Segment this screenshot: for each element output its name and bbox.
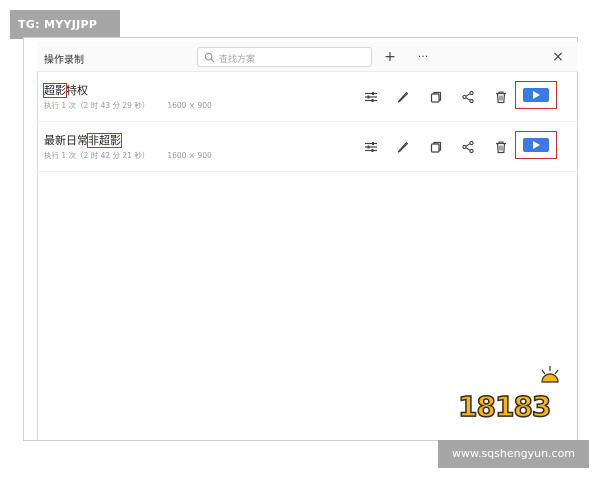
add-button[interactable]: + [381, 48, 399, 66]
plan-runs: 执行 1 次（2 时 43 分 29 秒） [44, 101, 150, 110]
watermark-bottom-right: www.sqshengyun.com [438, 440, 589, 468]
pencil-icon[interactable] [396, 90, 410, 104]
plan-meta: 执行 1 次（2 时 42 分 21 秒） 1600 × 900 [44, 150, 230, 161]
copy-icon[interactable] [429, 90, 443, 104]
search-input[interactable]: 查找方案 [197, 47, 372, 67]
trash-icon[interactable] [494, 140, 508, 154]
close-button[interactable]: × [549, 48, 567, 66]
site-logo: 18183 [457, 382, 558, 424]
plan-name: 超影特权 [43, 83, 88, 98]
copy-icon[interactable] [429, 140, 443, 154]
window-title: 操作录制 [44, 55, 84, 66]
search-icon [204, 52, 215, 63]
search-placeholder: 查找方案 [219, 55, 256, 65]
plan-name: 最新日常非超影 [44, 133, 122, 148]
play-button[interactable] [523, 88, 549, 102]
pencil-icon[interactable] [396, 140, 410, 154]
titlebar: 操作录制 查找方案 + ··· × [37, 42, 578, 72]
watermark-top-left: TG: MYYJJPP [10, 10, 120, 39]
plan-row[interactable]: 最新日常非超影 执行 1 次（2 时 42 分 21 秒） 1600 × 900 [37, 122, 578, 172]
sliders-icon[interactable] [364, 140, 378, 154]
plan-resolution: 1600 × 900 [167, 101, 212, 110]
play-highlight [515, 81, 557, 109]
play-button[interactable] [523, 138, 549, 152]
trash-icon[interactable] [494, 90, 508, 104]
name-highlight: 非超影 [87, 133, 122, 148]
plan-resolution: 1600 × 900 [167, 151, 212, 160]
share-icon[interactable] [461, 90, 475, 104]
plan-runs: 执行 1 次（2 时 42 分 21 秒） [44, 151, 150, 160]
logo-text: 18183 [457, 389, 552, 424]
plan-row[interactable]: 超影特权 执行 1 次（2 时 43 分 29 秒） 1600 × 900 [37, 72, 578, 122]
plan-meta: 执行 1 次（2 时 43 分 29 秒） 1600 × 900 [44, 100, 230, 111]
share-icon[interactable] [461, 140, 475, 154]
more-button[interactable]: ··· [414, 48, 432, 66]
play-highlight [515, 131, 557, 159]
name-highlight: 超影 [43, 83, 67, 98]
sliders-icon[interactable] [364, 90, 378, 104]
